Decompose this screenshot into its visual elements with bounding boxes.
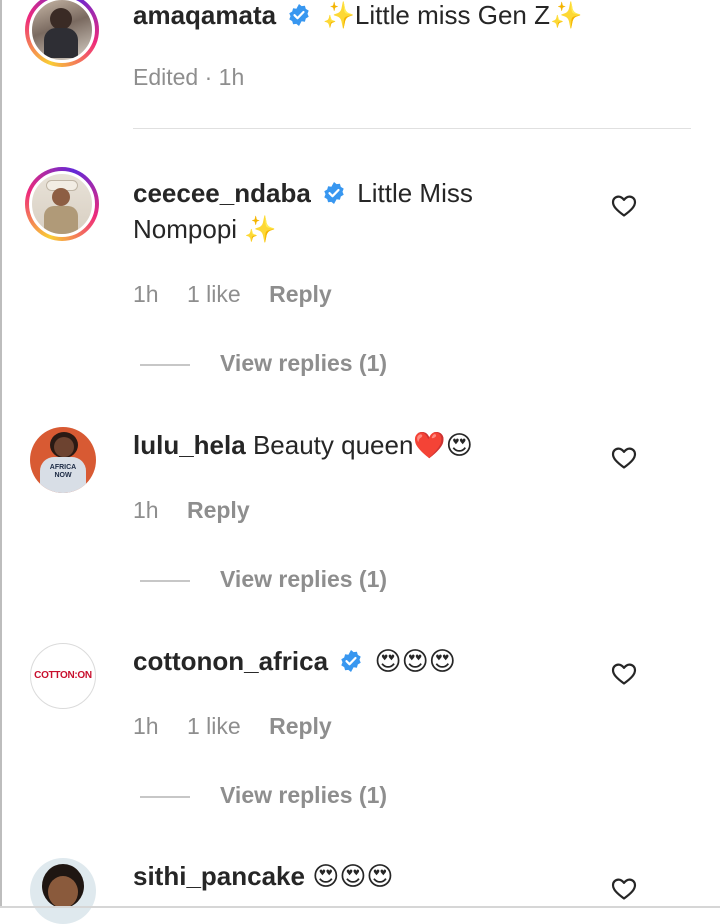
comment-meta: 1h 1 like Reply — [133, 713, 354, 740]
replies-dash — [140, 795, 190, 798]
comment-username[interactable]: lulu_hela — [133, 430, 246, 460]
like-heart-icon[interactable] — [611, 877, 637, 901]
avatar-sithi-pancake[interactable] — [30, 858, 96, 924]
reply-button[interactable]: Reply — [187, 497, 250, 523]
view-replies-button[interactable]: View replies (1) — [140, 566, 387, 593]
view-replies-button[interactable]: View replies (1) — [140, 782, 387, 809]
view-replies-button[interactable]: View replies (1) — [140, 350, 387, 377]
sparkles-icon: ✨ — [322, 1, 355, 31]
avatar-ceecee-ndaba[interactable] — [25, 167, 99, 241]
caption-username[interactable]: amaqamata — [133, 0, 276, 30]
heart-eyes-emoji-icon: ❤️😍 — [413, 431, 473, 461]
comment-likes[interactable]: 1 like — [187, 281, 241, 307]
comment-body: Little Miss — [357, 178, 473, 208]
avatar-amaqamata[interactable] — [25, 0, 99, 67]
verified-badge-icon — [341, 650, 361, 673]
caption-edited-label: Edited · 1h — [133, 64, 245, 90]
comment-meta: 1h Reply — [133, 497, 272, 524]
reply-button[interactable]: Reply — [269, 281, 332, 307]
comment-username[interactable]: cottonon_africa — [133, 646, 328, 676]
comment-text: ceecee_ndaba Little Miss Nompopi ✨ — [133, 175, 473, 248]
comment-text: lulu_hela Beauty queen❤️😍 — [133, 427, 473, 464]
comment-time: 1h — [133, 497, 159, 523]
caption-divider — [133, 128, 691, 129]
sparkles-icon: ✨ — [244, 215, 277, 245]
verified-badge-icon — [324, 182, 344, 205]
reply-button[interactable]: Reply — [269, 713, 332, 739]
sparkles-icon: ✨ — [549, 1, 583, 31]
window-left-edge — [0, 0, 2, 908]
replies-dash — [140, 363, 190, 366]
avatar-lulu-hela[interactable]: AFRICA NOW — [30, 427, 96, 493]
verified-badge-icon — [289, 4, 310, 27]
avatar-cottonon-africa[interactable]: COTTON:ON — [30, 643, 96, 709]
comment-username[interactable]: ceecee_ndaba — [133, 178, 311, 208]
comment-body: Beauty queen — [252, 430, 414, 460]
comment-username[interactable]: sithi_pancake — [133, 861, 305, 891]
comment-text: cottonon_africa 😍😍😍 — [133, 643, 456, 680]
comment-body-line2: Nompopi — [133, 214, 238, 244]
cottonon-logo-text: COTTON:ON — [34, 670, 92, 681]
heart-eyes-emoji-icon: 😍😍😍 — [312, 862, 394, 892]
comment-time: 1h — [133, 281, 159, 307]
caption-text: Little miss Gen Z — [354, 0, 550, 30]
like-heart-icon[interactable] — [611, 662, 637, 686]
replies-dash — [140, 579, 190, 582]
comment-likes[interactable]: 1 like — [187, 713, 241, 739]
comment-time: 1h — [133, 713, 159, 739]
comment-text: sithi_pancake 😍😍😍 — [133, 858, 394, 895]
view-replies-label: View replies (1) — [220, 782, 388, 808]
like-heart-icon[interactable] — [611, 194, 637, 218]
caption-line: amaqamata ✨Little miss Gen Z✨ — [133, 0, 582, 34]
heart-eyes-emoji-icon: 😍😍😍 — [374, 647, 456, 677]
view-replies-label: View replies (1) — [220, 566, 388, 592]
comment-meta: 1h 1 like Reply — [133, 281, 354, 308]
view-replies-label: View replies (1) — [220, 350, 388, 376]
like-heart-icon[interactable] — [611, 446, 637, 470]
